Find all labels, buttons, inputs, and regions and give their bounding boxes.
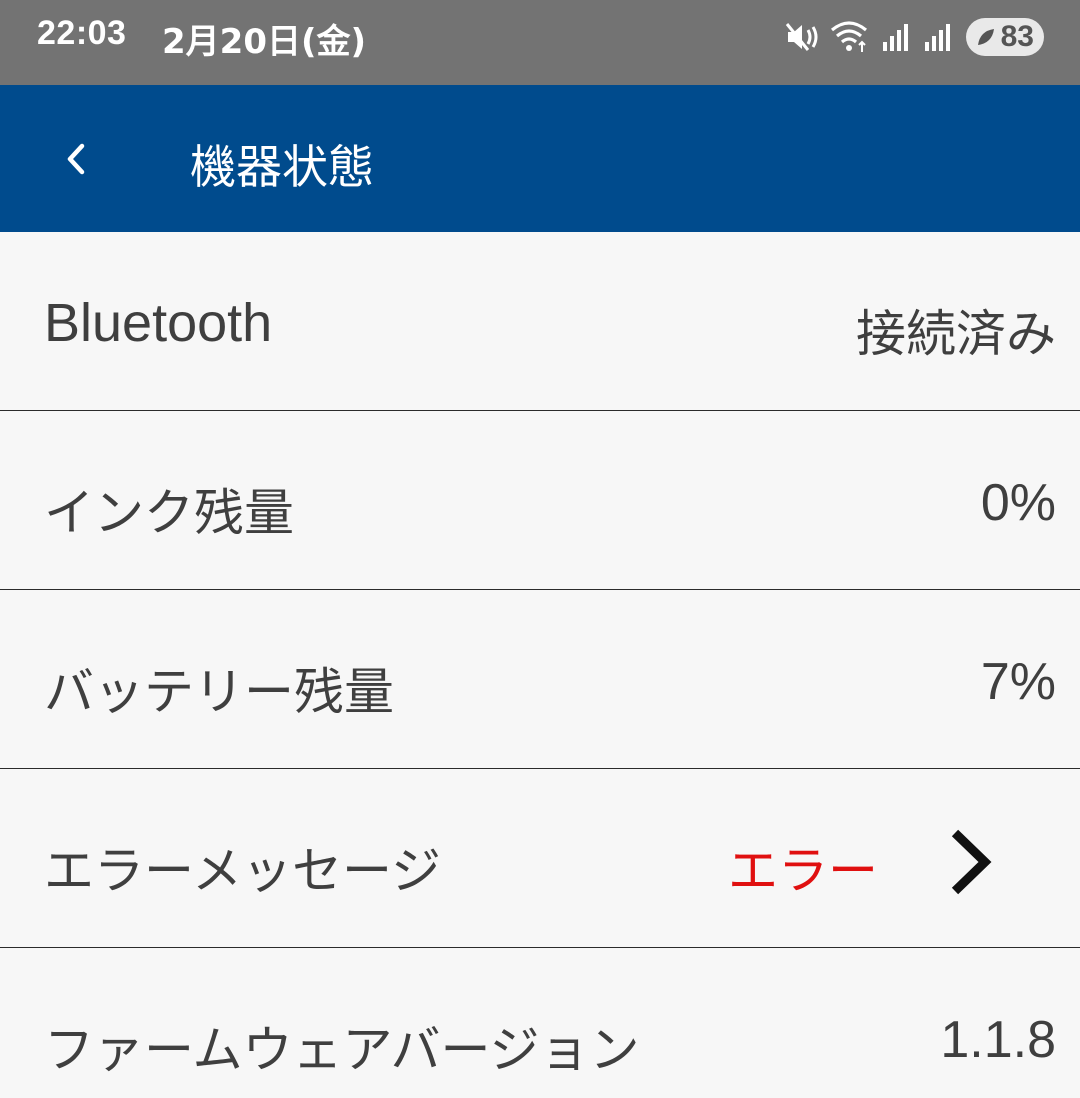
row-label: Bluetooth	[44, 293, 273, 353]
row-value: 0%	[980, 474, 1056, 532]
page-title: 機器状態	[190, 140, 374, 194]
battery-saver-icon	[978, 29, 994, 45]
status-date: 2月20日(金)	[162, 22, 367, 62]
row-value: 接続済み	[856, 305, 1056, 363]
status-icons: 83	[784, 16, 1044, 68]
battery-level: 83	[1000, 20, 1034, 53]
status-bar: 22:03 2月20日(金) 83	[0, 0, 1080, 85]
row-label: ファームウェアバージョン	[44, 1021, 640, 1079]
back-button[interactable]	[46, 129, 106, 189]
row-value: 7%	[980, 653, 1056, 711]
row-error-message[interactable]: エラーメッセージ エラー	[0, 769, 1080, 948]
battery-indicator: 83	[966, 18, 1044, 56]
row-value: 1.1.8	[940, 1011, 1056, 1069]
row-label: バッテリー残量	[44, 663, 394, 721]
error-status: エラー	[728, 842, 878, 900]
row-label: エラーメッセージ	[44, 842, 441, 900]
row-ink-level: インク残量 0%	[0, 411, 1080, 590]
signal-icon	[925, 24, 950, 51]
row-battery-level: バッテリー残量 7%	[0, 590, 1080, 769]
app-bar: 機器状態	[0, 85, 1080, 232]
chevron-right-icon[interactable]	[945, 827, 995, 897]
mute-vibrate-icon	[785, 23, 818, 51]
row-bluetooth: Bluetooth 接続済み	[0, 232, 1080, 411]
chevron-left-icon	[67, 143, 85, 175]
status-time: 22:03	[37, 14, 127, 52]
row-label: インク残量	[44, 484, 294, 542]
signal-icon	[883, 24, 908, 51]
wifi-icon	[830, 21, 868, 52]
row-firmware-version: ファームウェアバージョン 1.1.8	[0, 948, 1080, 1098]
device-status-list: Bluetooth 接続済み インク残量 0% バッテリー残量 7% エラーメッ…	[0, 232, 1080, 1098]
